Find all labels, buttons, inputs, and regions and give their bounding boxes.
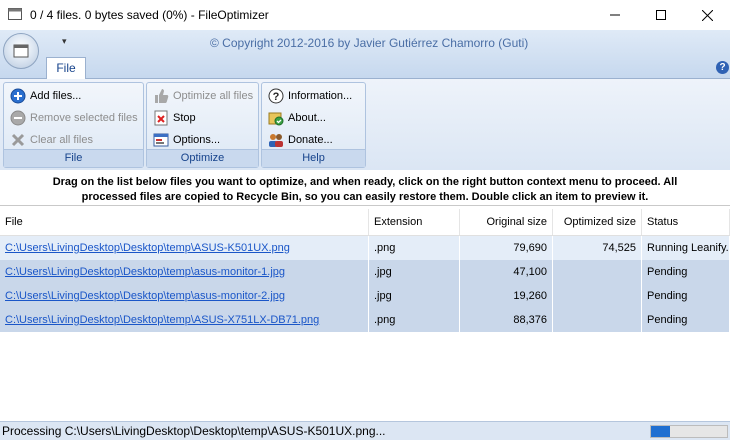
optimized-size: 74,525 — [553, 236, 642, 260]
window-title: 0 / 4 files. 0 bytes saved (0%) - FileOp… — [30, 8, 269, 22]
minimize-icon — [610, 14, 620, 16]
options-icon — [153, 133, 169, 147]
quick-access-dropdown[interactable]: ▾ — [62, 36, 67, 47]
tab-file[interactable]: File — [46, 57, 86, 79]
optimized-size — [553, 284, 642, 308]
file-extension: .jpg — [369, 284, 460, 308]
optimized-size — [553, 308, 642, 332]
copyright-text: © Copyright 2012-2016 by Javier Gutiérre… — [210, 36, 529, 50]
add-icon — [10, 88, 26, 104]
about-icon — [268, 112, 284, 126]
original-size: 79,690 — [460, 236, 553, 260]
ribbon-group-optimize: Optimize all files Stop Options... Optim… — [146, 82, 259, 168]
application-menu-button[interactable] — [3, 33, 39, 69]
instructions-line-2: processed files are copied to Recycle Bi… — [81, 191, 649, 203]
instructions-text: Drag on the list below files you want to… — [0, 172, 730, 206]
remove-icon — [10, 110, 26, 126]
file-extension: .png — [369, 236, 460, 260]
column-header-status[interactable]: Status — [642, 209, 730, 235]
ribbon-group-help: ? Information... About... Donate... Help — [261, 82, 366, 168]
help-icon[interactable]: ? — [716, 61, 729, 74]
optimize-all-button[interactable]: Optimize all files — [153, 87, 253, 105]
minimize-button[interactable] — [592, 0, 638, 30]
question-icon: ? — [268, 88, 284, 104]
original-size: 47,100 — [460, 260, 553, 284]
file-status: Pending — [642, 284, 730, 308]
file-status: Pending — [642, 260, 730, 284]
about-button[interactable]: About... — [268, 109, 326, 127]
donate-label: Donate... — [288, 134, 333, 146]
column-header-extension[interactable]: Extension — [369, 209, 460, 235]
status-bar: Processing C:\Users\LivingDesktop\Deskto… — [0, 421, 730, 440]
file-list[interactable]: File Extension Original size Optimized s… — [0, 209, 730, 421]
progress-bar — [650, 425, 728, 438]
column-header-file[interactable]: File — [0, 209, 369, 235]
group-label-file: File — [4, 149, 143, 167]
stop-label: Stop — [173, 112, 196, 124]
table-row[interactable]: C:\Users\LivingDesktop\Desktop\temp\asus… — [0, 260, 730, 284]
clear-icon — [11, 133, 25, 147]
clear-all-label: Clear all files — [30, 134, 93, 146]
table-row[interactable]: C:\Users\LivingDesktop\Desktop\temp\ASUS… — [0, 308, 730, 332]
maximize-button[interactable] — [638, 0, 684, 30]
stop-icon — [154, 110, 168, 126]
column-header-optimized-size[interactable]: Optimized size — [553, 209, 642, 235]
app-menu-icon — [13, 44, 29, 58]
title-bar: 0 / 4 files. 0 bytes saved (0%) - FileOp… — [0, 0, 730, 30]
file-extension: .png — [369, 308, 460, 332]
column-header-original-size[interactable]: Original size — [460, 209, 553, 235]
original-size: 19,260 — [460, 284, 553, 308]
instructions-line-1: Drag on the list below files you want to… — [52, 176, 678, 188]
progress-fill — [651, 426, 670, 437]
status-text: Processing C:\Users\LivingDesktop\Deskto… — [2, 424, 386, 438]
app-icon — [8, 8, 22, 20]
file-path[interactable]: C:\Users\LivingDesktop\Desktop\temp\asus… — [0, 260, 369, 284]
donate-button[interactable]: Donate... — [268, 131, 333, 149]
original-size: 88,376 — [460, 308, 553, 332]
table-row[interactable]: C:\Users\LivingDesktop\Desktop\temp\asus… — [0, 284, 730, 308]
file-path[interactable]: C:\Users\LivingDesktop\Desktop\temp\asus… — [0, 284, 369, 308]
add-files-button[interactable]: Add files... — [10, 87, 81, 105]
add-files-label: Add files... — [30, 90, 82, 102]
optimized-size — [553, 260, 642, 284]
file-path[interactable]: C:\Users\LivingDesktop\Desktop\temp\ASUS… — [0, 236, 369, 260]
clear-all-button[interactable]: Clear all files — [10, 131, 93, 149]
file-path[interactable]: C:\Users\LivingDesktop\Desktop\temp\ASUS… — [0, 308, 369, 332]
file-status: Running Leanify... — [642, 236, 730, 260]
remove-selected-button[interactable]: Remove selected files — [10, 109, 138, 127]
close-button[interactable] — [684, 0, 730, 30]
svg-text:?: ? — [273, 91, 280, 103]
group-label-help: Help — [262, 149, 365, 167]
file-extension: .jpg — [369, 260, 460, 284]
information-label: Information... — [288, 90, 353, 102]
remove-selected-label: Remove selected files — [30, 112, 138, 124]
options-label: Options... — [173, 134, 221, 146]
options-button[interactable]: Options... — [153, 131, 220, 149]
close-icon — [701, 9, 713, 21]
stop-button[interactable]: Stop — [153, 109, 196, 127]
thumbs-up-icon — [155, 89, 169, 103]
ribbon-group-file: Add files... Remove selected files Clear… — [3, 82, 144, 168]
people-icon — [269, 134, 283, 147]
optimize-all-label: Optimize all files — [173, 90, 254, 102]
maximize-icon — [656, 10, 666, 20]
information-button[interactable]: ? Information... — [268, 87, 352, 105]
group-label-optimize: Optimize — [147, 149, 258, 167]
list-header: File Extension Original size Optimized s… — [0, 209, 730, 236]
table-row[interactable]: C:\Users\LivingDesktop\Desktop\temp\ASUS… — [0, 236, 730, 260]
about-label: About... — [288, 112, 326, 124]
file-status: Pending — [642, 308, 730, 332]
